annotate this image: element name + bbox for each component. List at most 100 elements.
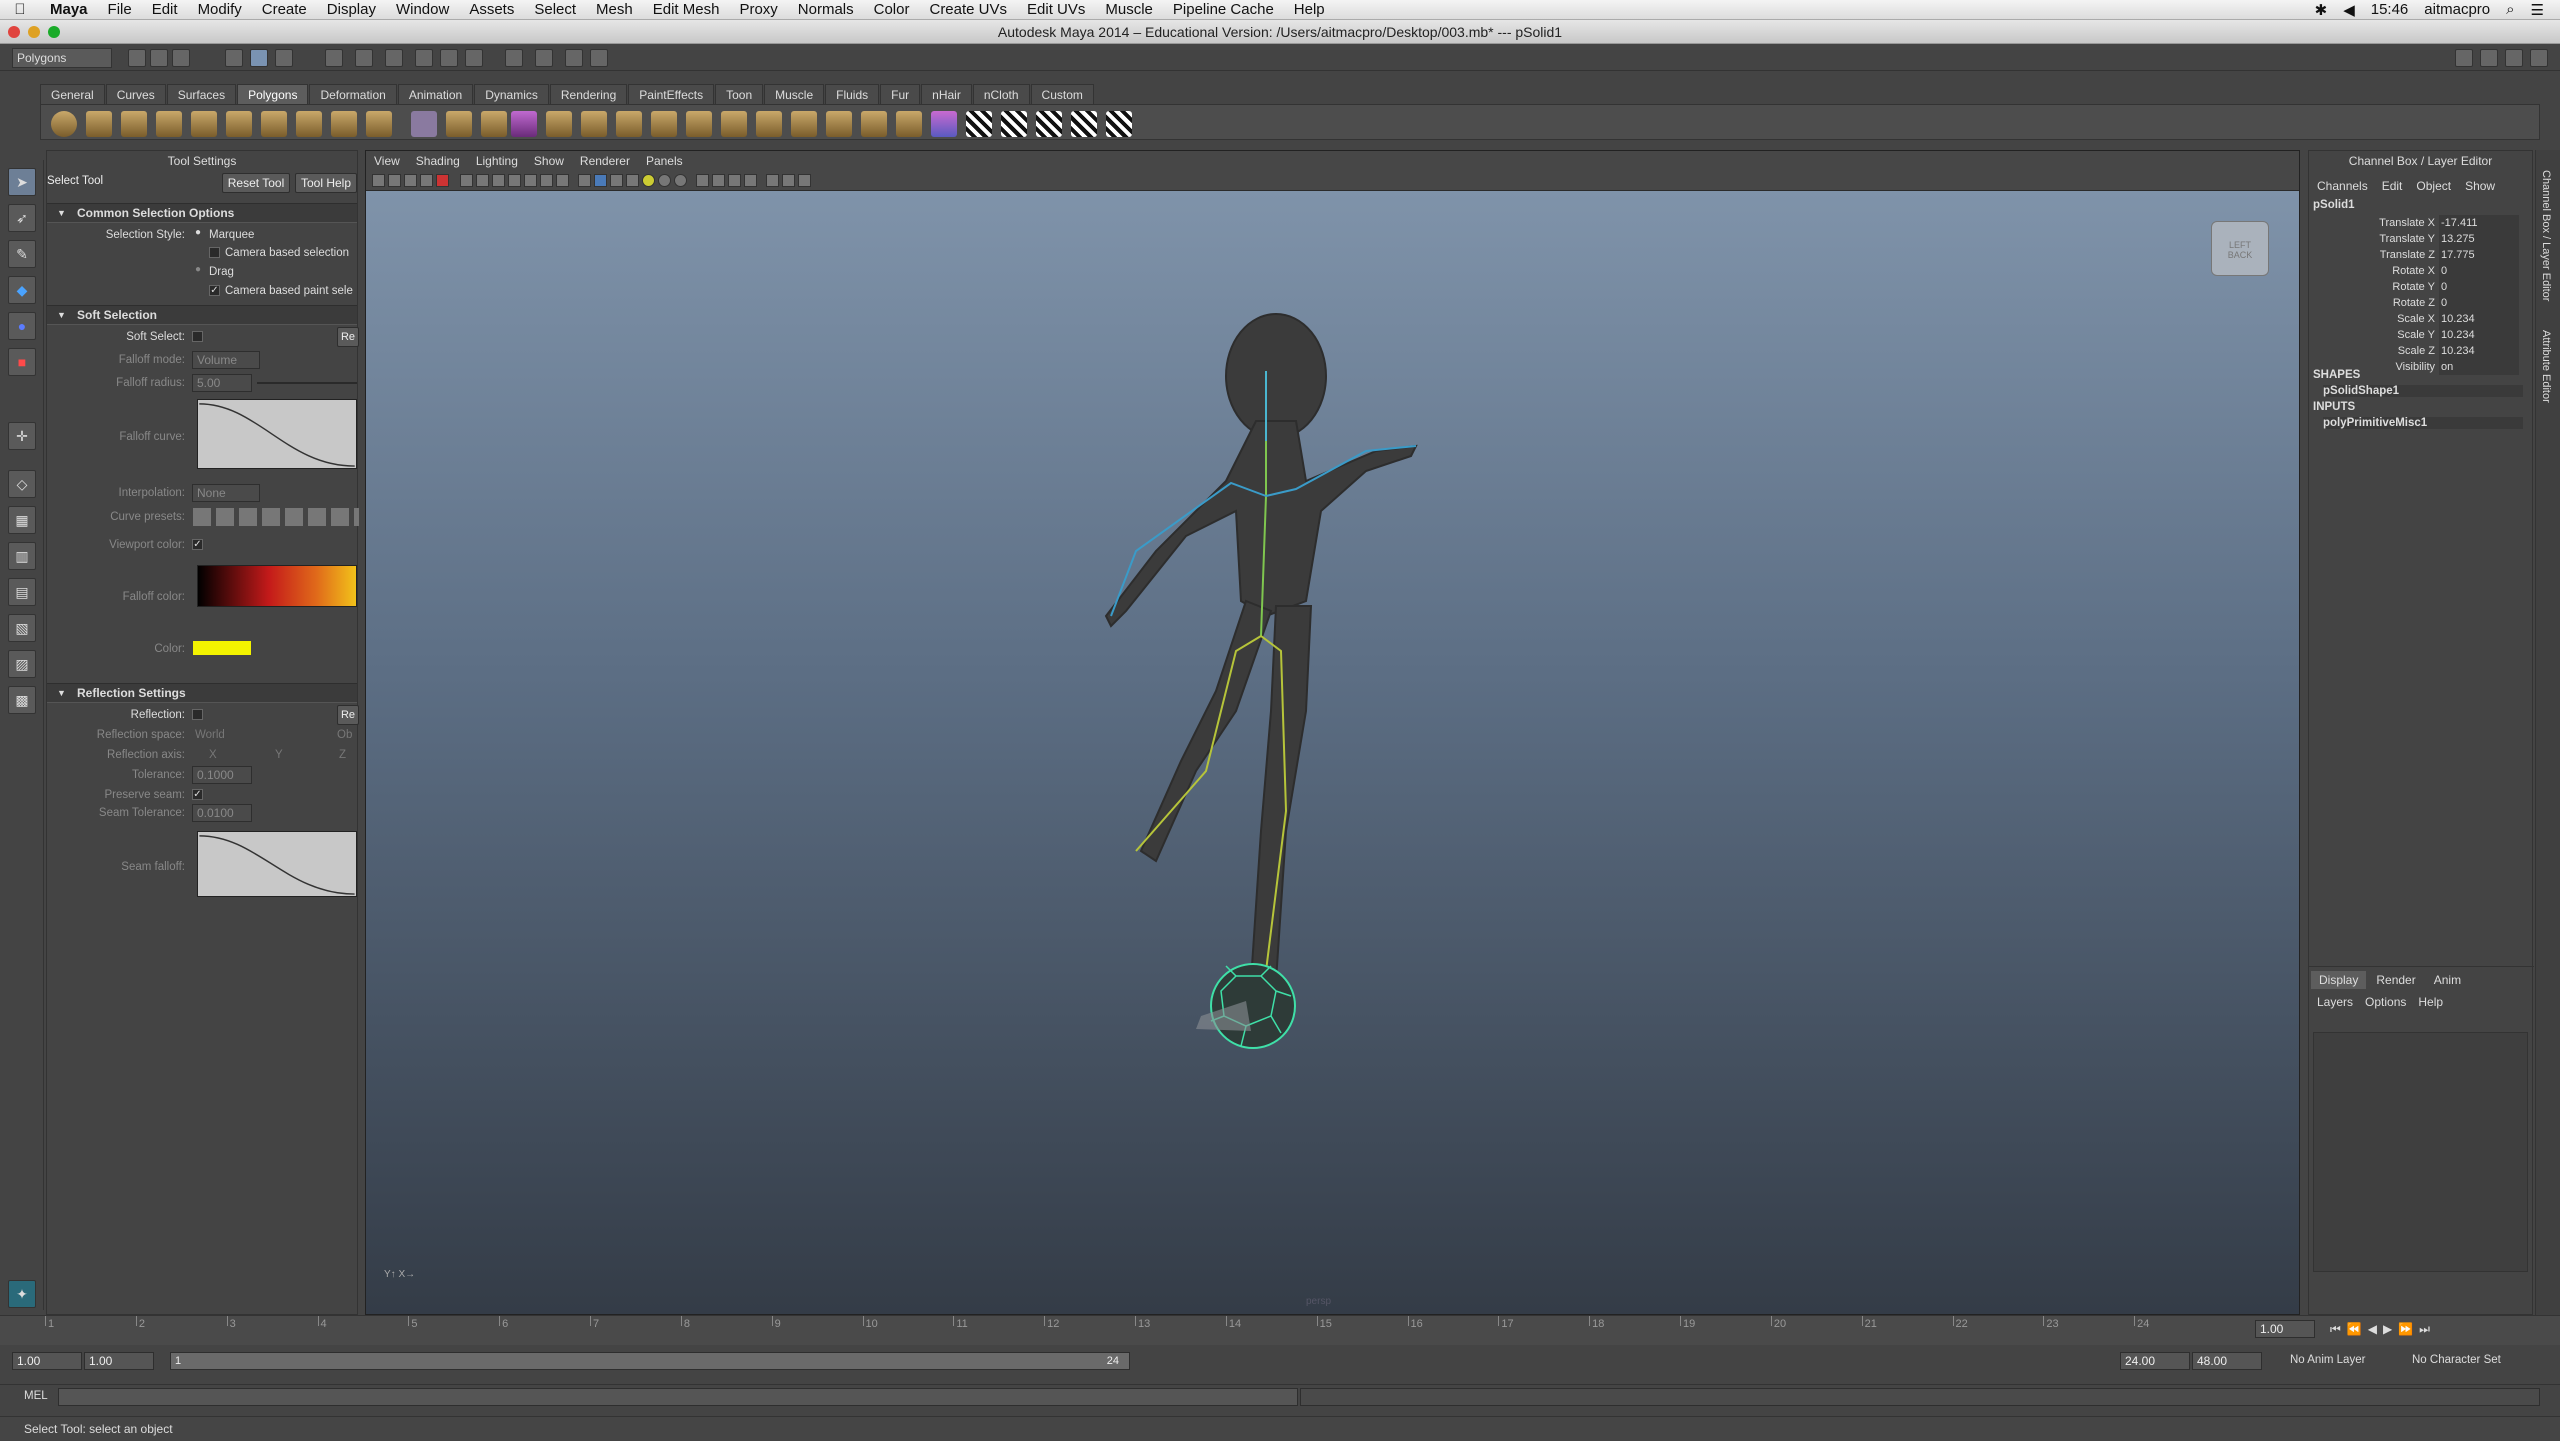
channel-row[interactable]: Rotate Z 0 [2309, 295, 2529, 311]
snap-surface-icon[interactable] [440, 49, 458, 67]
scale-tool-icon[interactable]: ■ [8, 348, 36, 376]
toggle-channel-box-icon[interactable] [2505, 49, 2523, 67]
channel-row[interactable]: Rotate Y 0 [2309, 279, 2529, 295]
tool-help-button[interactable]: Tool Help [295, 173, 357, 193]
camera-based-paint-checkbox[interactable]: ✓ [209, 285, 220, 296]
scene-character[interactable] [366, 151, 2301, 1316]
shelf-tab-nhair[interactable]: nHair [921, 84, 972, 104]
snap-grid-icon[interactable] [325, 49, 343, 67]
reflection-axis-x[interactable]: X [209, 749, 217, 761]
start-time-field[interactable]: 1.00 [12, 1352, 82, 1370]
reflection-space-world[interactable]: World [195, 729, 225, 741]
shelf-tab-animation[interactable]: Animation [397, 84, 474, 104]
channel-value[interactable]: 17.775 [2439, 247, 2519, 263]
channel-row[interactable]: Translate X -17.411 [2309, 215, 2529, 231]
hypershade-layout-icon[interactable]: ▧ [8, 614, 36, 642]
menu-create-uvs[interactable]: Create UVs [919, 1, 1017, 18]
tolerance-field[interactable]: 0.1000 [192, 766, 252, 784]
smooth-shade-icon[interactable] [594, 174, 607, 187]
soft-reset-button[interactable]: Re [337, 327, 359, 347]
resolution-gate-icon[interactable] [492, 174, 505, 187]
channel-value[interactable]: 0 [2439, 263, 2519, 279]
xray-components-icon[interactable] [744, 174, 757, 187]
shape-node[interactable]: pSolidShape1 [2323, 385, 2523, 397]
apple-icon[interactable]:  [0, 1, 40, 18]
render-view-icon[interactable] [505, 49, 523, 67]
shelf-tab-fur[interactable]: Fur [880, 84, 921, 104]
shelf-tab-dynamics[interactable]: Dynamics [474, 84, 549, 104]
menu-file[interactable]: File [98, 1, 142, 18]
ipr-render-icon[interactable] [565, 49, 583, 67]
menu-proxy[interactable]: Proxy [729, 1, 787, 18]
reflection-axis-y[interactable]: Y [275, 749, 283, 761]
channel-value[interactable]: 0 [2439, 295, 2519, 311]
use-all-lights-icon[interactable] [642, 174, 655, 187]
viewport-menu-shading[interactable]: Shading [408, 154, 468, 168]
falloff-radius-field[interactable]: 5.00 [192, 374, 252, 392]
marquee-radio[interactable]: ● [195, 227, 201, 238]
select-camera-icon[interactable] [372, 174, 385, 187]
shelf-tab-polygons[interactable]: Polygons [237, 84, 309, 104]
channel-row[interactable]: Rotate X 0 [2309, 263, 2529, 279]
zoom-window-button[interactable] [48, 26, 60, 38]
poly-soccer-ball-icon[interactable] [366, 111, 392, 137]
rotate-tool-icon[interactable]: ● [8, 312, 36, 340]
snap-plane-icon[interactable] [415, 49, 433, 67]
insert-edge-loop-icon[interactable] [686, 111, 712, 137]
channel-row[interactable]: Translate Y 13.275 [2309, 231, 2529, 247]
render-settings-icon[interactable] [590, 49, 608, 67]
common-selection-section[interactable]: Common Selection Options [47, 203, 357, 223]
ambient-occlusion-icon[interactable] [674, 174, 687, 187]
perspective-viewport[interactable]: LEFT BACK Y↑ X→ persp [365, 150, 2300, 1315]
notifications-icon[interactable]: ☰ [2531, 1, 2544, 19]
poly-plane-icon[interactable] [191, 111, 217, 137]
viewport-menu-show[interactable]: Show [526, 154, 572, 168]
split-polygon-icon[interactable] [651, 111, 677, 137]
merge-icon[interactable] [896, 111, 922, 137]
menu-pipeline-cache[interactable]: Pipeline Cache [1163, 1, 1284, 18]
interpolation-dropdown[interactable]: None [192, 484, 260, 502]
poly-cone-icon[interactable] [156, 111, 182, 137]
curve-presets-buttons[interactable] [193, 508, 359, 526]
combine-icon[interactable] [411, 111, 437, 137]
reflection-axis-z[interactable]: Z [339, 749, 346, 761]
camera-sync-icon[interactable] [782, 174, 795, 187]
save-scene-icon[interactable] [172, 49, 190, 67]
poly-pipe-icon[interactable] [296, 111, 322, 137]
render-frame-icon[interactable] [535, 49, 553, 67]
poly-cube-icon[interactable] [86, 111, 112, 137]
layer-menu-layers[interactable]: Layers [2317, 995, 2353, 1009]
seam-tolerance-field[interactable]: 0.0100 [192, 804, 252, 822]
menu-normals[interactable]: Normals [788, 1, 864, 18]
snap-point-icon[interactable] [385, 49, 403, 67]
select-tool-icon[interactable]: ➤ [8, 168, 36, 196]
menu-help[interactable]: Help [1284, 1, 1335, 18]
manipulator-icon[interactable]: ✛ [8, 422, 36, 450]
menu-edit-mesh[interactable]: Edit Mesh [643, 1, 730, 18]
shelf-tab-toon[interactable]: Toon [715, 84, 764, 104]
channel-menu-channels[interactable]: Channels [2317, 179, 2368, 193]
menu-display[interactable]: Display [317, 1, 386, 18]
preserve-seam-checkbox[interactable]: ✓ [192, 789, 203, 800]
hud-icon[interactable] [766, 174, 779, 187]
bevel-icon[interactable] [756, 111, 782, 137]
shelf-tab-deformation[interactable]: Deformation [309, 84, 397, 104]
poly-prism-icon[interactable] [261, 111, 287, 137]
viewport-color-checkbox[interactable]: ✓ [192, 539, 203, 550]
select-hierarchy-icon[interactable] [225, 49, 243, 67]
grid-icon[interactable] [460, 174, 473, 187]
cylindrical-map-icon[interactable] [1001, 111, 1027, 137]
automatic-map-icon[interactable] [1071, 111, 1097, 137]
offset-edge-loop-icon[interactable] [721, 111, 747, 137]
bookmarks-icon[interactable] [404, 174, 417, 187]
minimize-window-button[interactable] [28, 26, 40, 38]
viewport-menu-renderer[interactable]: Renderer [572, 154, 638, 168]
lasso-tool-icon[interactable]: ➶ [8, 204, 36, 232]
clock[interactable]: 15:46 [2371, 1, 2409, 18]
menu-modify[interactable]: Modify [188, 1, 252, 18]
select-object-icon[interactable] [250, 49, 268, 67]
layer-tab-render[interactable]: Render [2368, 971, 2423, 989]
shelf-tab-custom[interactable]: Custom [1030, 84, 1094, 104]
mel-label[interactable]: MEL [24, 1390, 48, 1402]
reflection-checkbox[interactable] [192, 709, 203, 720]
